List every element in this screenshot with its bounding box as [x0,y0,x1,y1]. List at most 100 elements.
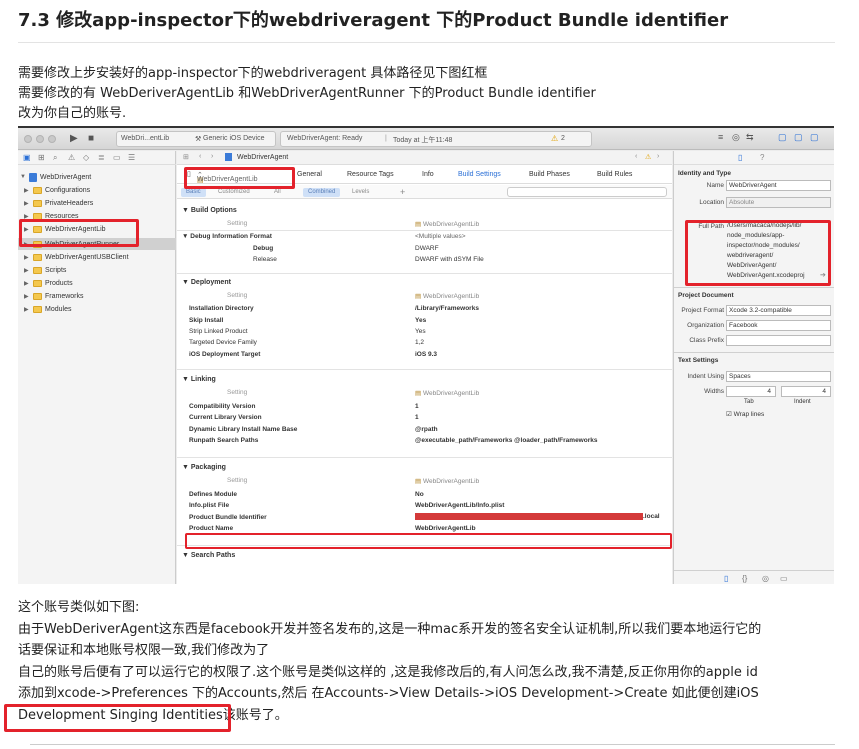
section-title: Deployment [190,279,231,286]
nav-item-privateheaders[interactable]: ▶ PrivateHeaders [24,197,93,209]
issue-nav-icon[interactable]: ⚠ [68,153,75,162]
class-prefix-field[interactable] [726,335,831,346]
value-infoplist[interactable]: WebDriverAgentLib/Info.plist [415,502,504,509]
intro-line-2: 需要修改的有 WebDeriverAgentLib 和WebDriverAgen… [18,86,596,101]
tab-build-phases[interactable]: Build Phases [529,171,570,178]
filter-customized[interactable]: Customized [213,188,255,197]
value-dyld-base[interactable]: @rpath [415,426,438,433]
indent-using-select[interactable]: Spaces [726,371,831,382]
file-template-icon[interactable]: ▯ [724,574,728,583]
jump-warning-icon[interactable]: ⚠ [645,153,651,161]
setting-column-header: Setting [227,389,248,396]
value-dwarf[interactable]: DWARF [415,245,439,252]
section-build-options[interactable]: ▼ Build Options [182,207,237,214]
media-library-icon[interactable]: ▭ [780,574,788,583]
zoom-dot-icon[interactable] [48,135,56,143]
section-search-paths[interactable]: ▼ Search Paths [182,552,235,559]
value-strip[interactable]: Yes [415,328,426,335]
indent-width-stepper[interactable]: 4 [781,386,831,397]
setting-current-version: Current Library Version [189,414,262,421]
test-nav-icon[interactable]: ◇ [83,153,89,162]
object-library-icon[interactable]: ◎ [762,574,769,583]
setting-ios-target: iOS Deployment Target [189,351,261,358]
jump-back-icon[interactable]: ‹ [635,153,637,160]
editor-assistant-icon[interactable]: ◎ [732,132,740,143]
value-compat-version[interactable]: 1 [415,403,419,410]
tab-general[interactable]: General [297,171,322,178]
tab-width-stepper[interactable]: 4 [726,386,776,397]
report-nav-icon[interactable]: ☰ [128,153,135,162]
nav-item-scripts[interactable]: ▶ Scripts [24,264,66,276]
debug-nav-icon[interactable]: ≣ [98,153,105,162]
tab-info[interactable]: Info [422,171,434,178]
settings-search-input[interactable] [507,187,667,197]
name-field[interactable]: WebDriverAgent [726,180,831,191]
value-product-name[interactable]: WebDriverAgentLib [415,525,476,532]
section-divider [177,273,672,274]
find-nav-icon[interactable]: ⌕ [53,153,57,163]
breakpoint-nav-icon[interactable]: ▭ [113,153,121,162]
section-deployment[interactable]: ▼ Deployment [182,279,231,286]
value-targeted-family[interactable]: 1,2 [415,339,424,346]
toggle-debug-icon[interactable]: ▢ [794,132,803,143]
code-snippet-icon[interactable]: {} [742,574,747,583]
forward-icon[interactable]: › [211,153,213,160]
run-icon[interactable]: ▶ [70,133,78,144]
filter-levels[interactable]: Levels [347,188,374,197]
value-skip-install[interactable]: Yes [415,317,426,324]
value-runpath[interactable]: @executable_path/Frameworks @loader_path… [415,437,597,444]
library-tabs: ▯ {} ◎ ▭ [674,570,834,584]
status-divider: | [385,135,387,142]
tab-resource-tags[interactable]: Resource Tags [347,171,394,178]
nav-item-products[interactable]: ▶ Products [24,277,73,289]
value-ios-target[interactable]: iOS 9.3 [415,351,437,358]
nav-item-label: PrivateHeaders [45,199,94,207]
jump-forward-icon[interactable]: › [657,153,659,160]
stop-icon[interactable]: ■ [88,133,94,144]
minimize-dot-icon[interactable] [36,135,44,143]
section-packaging[interactable]: ▼ Packaging [182,464,226,471]
add-setting-icon[interactable]: + [395,188,410,197]
indent-caption: Indent [794,399,811,405]
related-items-icon[interactable]: ⊞ [183,153,189,161]
target-column-header: ▤ WebDriverAgentLib [415,292,479,300]
tab-build-rules[interactable]: Build Rules [597,171,632,178]
inspector-tabs: ▯ ? [674,151,834,165]
value-install-dir[interactable]: /Library/Frameworks [415,305,479,312]
close-dot-icon[interactable] [24,135,32,143]
tab-build-settings[interactable]: Build Settings [458,171,501,178]
toggle-navigator-icon[interactable]: ▢ [778,132,787,143]
filter-all[interactable]: All [269,188,286,197]
nav-item-usbclient[interactable]: ▶ WebDriverAgentUSBClient [24,251,129,263]
nav-item-frameworks[interactable]: ▶ Frameworks [24,290,84,302]
nav-item-project[interactable]: ▼ WebDriverAgent [20,171,91,183]
warning-icon[interactable]: ⚠ [551,134,558,143]
nav-item-configurations[interactable]: ▶ Configurations [24,184,90,196]
toggle-inspector-icon[interactable]: ▢ [810,132,819,143]
back-icon[interactable]: ‹ [199,153,201,160]
editor-standard-icon[interactable]: ≡ [718,132,723,142]
value-multiple[interactable]: <Multiple values> [415,233,466,240]
symbol-nav-icon[interactable]: ⊞ [38,153,45,162]
filter-basic[interactable]: Basic [181,188,206,197]
value-defines-module[interactable]: No [415,491,424,498]
filter-combined[interactable]: Combined [303,188,341,197]
value-product-bundle-id[interactable]: .local [415,513,660,520]
location-select[interactable]: Absolute [726,197,831,208]
bundle-id-highlight [185,533,672,549]
jump-bar-path[interactable]: WebDriverAgent [237,154,288,161]
file-inspector-icon[interactable]: ▯ [738,153,742,162]
organization-field[interactable]: Facebook [726,320,831,331]
inspector-divider [674,352,834,353]
wrap-lines-checkbox[interactable]: ☑ Wrap lines [726,410,764,418]
nav-item-modules[interactable]: ▶ Modules [24,303,71,315]
folder-nav-icon[interactable]: ▣ [23,153,31,162]
quick-help-icon[interactable]: ? [760,153,764,162]
setting-debug-info[interactable]: ▼ Debug Information Format [182,233,272,240]
value-dwarf-dsym[interactable]: DWARF with dSYM File [415,256,484,263]
project-format-select[interactable]: Xcode 3.2-compatible [726,305,831,316]
scheme-selector[interactable]: WebDri...entLib ⚒ Generic iOS Device [116,131,276,147]
section-linking[interactable]: ▼ Linking [182,376,216,383]
value-current-version[interactable]: 1 [415,414,419,421]
editor-version-icon[interactable]: ⇆ [746,132,754,143]
